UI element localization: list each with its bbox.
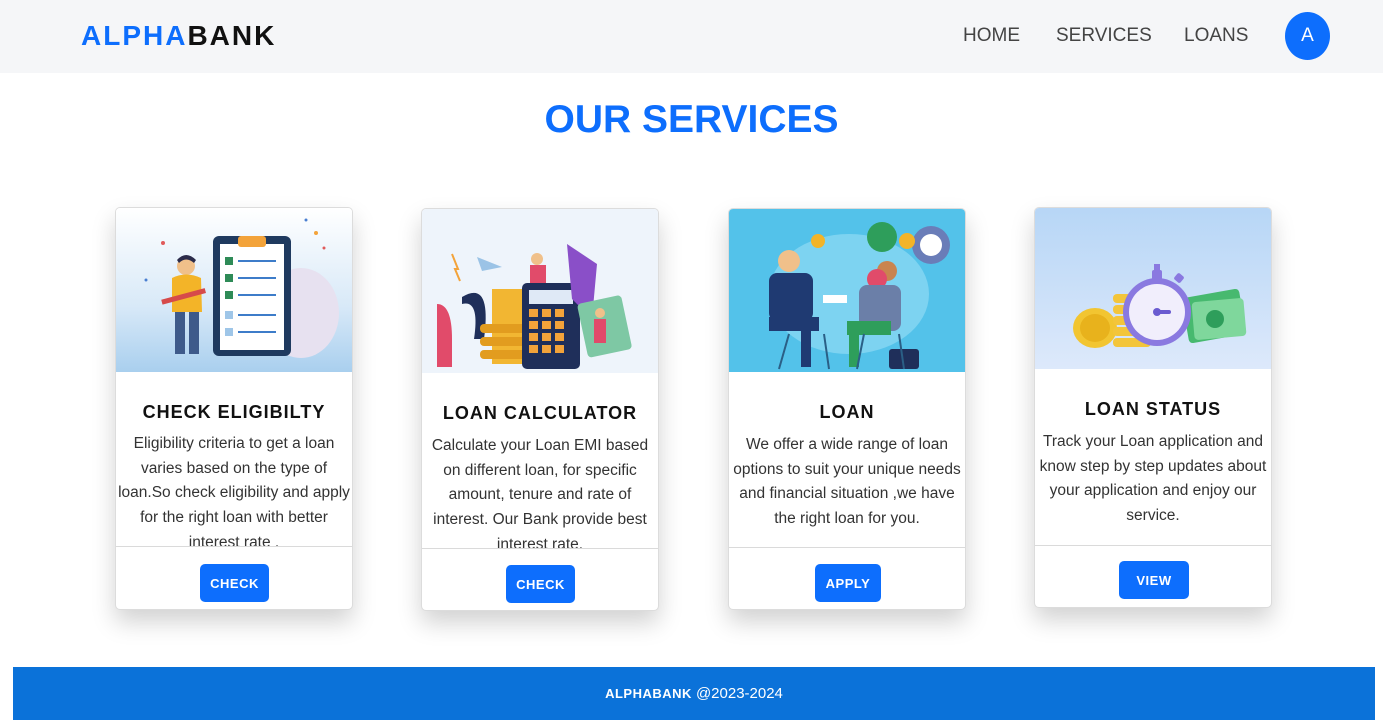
nav-links: HOME SERVICES LOANS: [0, 25, 1383, 49]
apply-loan-button[interactable]: APPLY: [815, 564, 881, 602]
page-title: OUR SERVICES: [544, 98, 839, 141]
check-eligibility-button[interactable]: CHECK: [200, 564, 269, 602]
calculator-illustration: [422, 209, 658, 373]
card-title: CHECK ELIGIBILTY: [142, 402, 326, 422]
card-title: LOAN: [819, 402, 875, 422]
loan-illustration: [729, 209, 965, 372]
loan-status-illustration: [1035, 208, 1271, 369]
navbar: ALPHABANK HOME SERVICES LOANS A: [0, 0, 1383, 73]
card-description: Track your Loan application and know ste…: [1039, 433, 1267, 525]
eligibility-illustration: [116, 208, 352, 372]
nav-home-link[interactable]: HOME: [963, 25, 1020, 47]
nav-loans-link[interactable]: LOANS: [1184, 25, 1248, 47]
user-avatar[interactable]: A: [1285, 12, 1330, 60]
loan-card: LOAN We offer a wide range of loan optio…: [728, 208, 966, 610]
card-divider: [422, 548, 658, 549]
card-description: Eligibility criteria to get a loan varie…: [118, 435, 350, 551]
card-description: Calculate your Loan EMI based on differe…: [431, 437, 649, 553]
card-divider: [729, 547, 965, 548]
check-calculator-button[interactable]: CHECK: [506, 565, 575, 603]
eligibility-card: CHECK ELIGIBILTY Eligibility criteria to…: [115, 207, 353, 610]
nav-services-link[interactable]: SERVICES: [1056, 25, 1152, 47]
card-title: LOAN STATUS: [1084, 399, 1222, 419]
card-divider: [116, 546, 352, 547]
footer-brand: ALPHABANK: [605, 686, 692, 701]
card-description: We offer a wide range of loan options to…: [733, 436, 961, 528]
view-status-button[interactable]: VIEW: [1119, 561, 1189, 599]
loan-status-card: LOAN STATUS Track your Loan application …: [1034, 207, 1272, 608]
card-divider: [1035, 545, 1271, 546]
footer: ALPHABANK @2023-2024: [13, 667, 1375, 720]
loan-calculator-card: LOAN CALCULATOR Calculate your Loan EMI …: [421, 208, 659, 611]
footer-years: @2023-2024: [695, 685, 783, 702]
card-title: LOAN CALCULATOR: [442, 403, 638, 423]
